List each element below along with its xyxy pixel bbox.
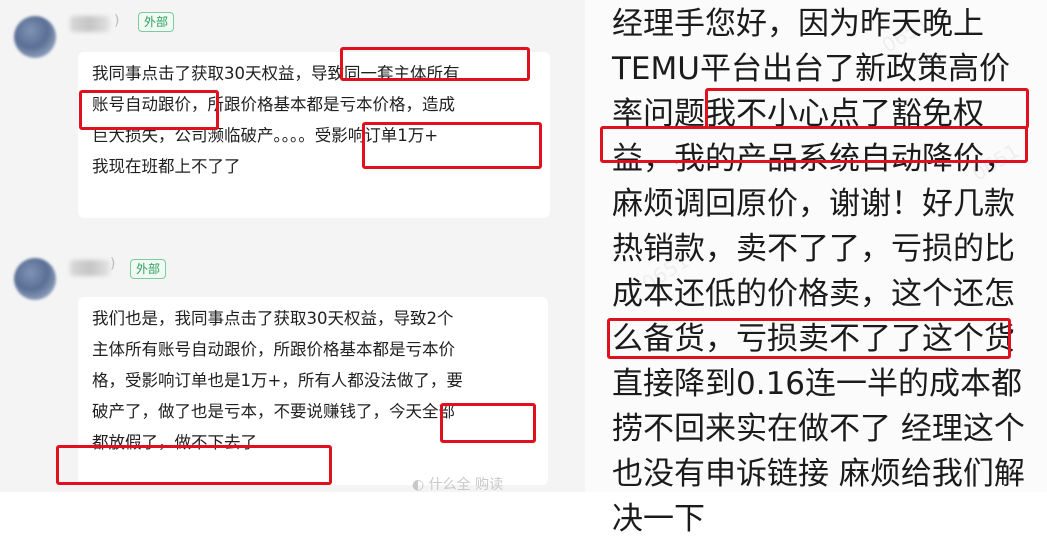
message-line: 都放假了，做不下去了: [92, 433, 257, 452]
footer-fragment: ◐ 什么全 购读: [412, 477, 504, 493]
note-line: 成本还低的价格卖，这个还怎: [612, 276, 1015, 312]
message-line: 主体所有账号自动跟价，所跟价格基本都是亏本价: [92, 340, 455, 359]
message-line: 破产了，做了也是亏本，不要说赚钱了，今天全部: [92, 402, 455, 421]
avatar[interactable]: [14, 258, 56, 300]
note-line: 率问题我不小心点了豁免权: [612, 96, 984, 132]
message-line: 格，受影响订单也是1万+，所有人都没法做了，要: [92, 371, 463, 390]
message-line: 巨大损失，公司濒临破产。。。。受影响订单1万+: [92, 126, 439, 145]
avatar[interactable]: [14, 16, 56, 58]
note-line: TEMU平台出台了新政策高价: [612, 51, 1010, 87]
note-text: 经理手您好，因为昨天晚上 TEMU平台出台了新政策高价 率问题我不小心点了豁免权…: [612, 2, 1025, 542]
sender-name-blurred: [70, 260, 110, 276]
message-line: 我同事点击了获取30天权益，导致同一套主体所有: [92, 64, 460, 83]
note-line: 麻烦调回原价，谢谢！好几款: [612, 186, 1015, 222]
message-bubble[interactable]: 我同事点击了获取30天权益，导致同一套主体所有 账号自动跟价，所跟价格基本都是亏…: [78, 52, 550, 218]
note-line: 经理手您好，因为昨天晚上: [612, 6, 984, 42]
external-tag: 外部: [138, 12, 175, 32]
message-line: 账号自动跟价，所跟价格基本都是亏本价格，造成: [92, 95, 455, 114]
sender-name-blurred: [70, 16, 110, 32]
sender-name-paren: ): [110, 256, 116, 272]
note-line: 直接降到0.16连一半的成本都: [612, 366, 1023, 402]
message-line: 我们也是，我同事点击了获取30天权益，导致2个: [92, 309, 454, 328]
note-line: 捞不回来实在做不了 经理这个: [612, 411, 1025, 447]
sender-name-paren: ): [114, 13, 120, 29]
note-line: 益，我的产品系统自动降价，: [612, 141, 1015, 177]
message-line: 我现在班都上不了了: [92, 157, 241, 176]
note-line: 决一下: [612, 501, 705, 537]
external-tag: 外部: [130, 259, 167, 279]
note-line: 么备货，亏损卖不了了这个货: [612, 321, 1015, 357]
message-bubble[interactable]: 我们也是，我同事点击了获取30天权益，导致2个 主体所有账号自动跟价，所跟价格基…: [78, 297, 548, 485]
note-line: 也没有申诉链接 麻烦给我们解: [612, 456, 1025, 492]
note-line: 热销款，卖不了了，亏损的比: [612, 231, 1015, 267]
